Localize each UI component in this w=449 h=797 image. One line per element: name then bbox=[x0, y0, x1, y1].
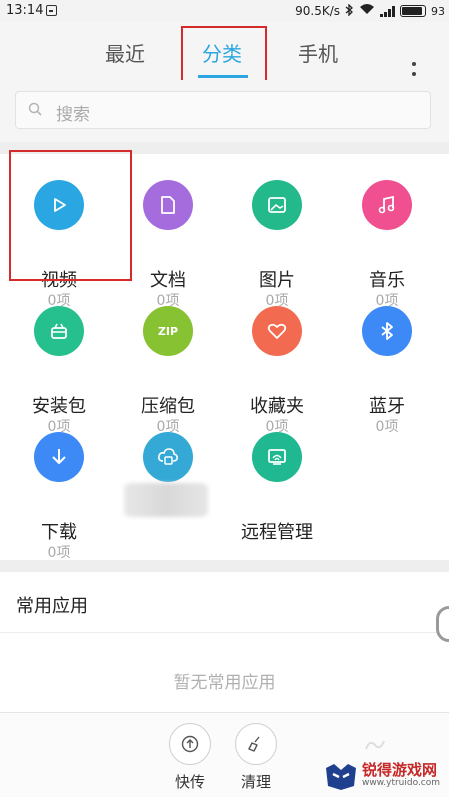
search-area: 搜索 bbox=[0, 80, 449, 142]
quick-send-button[interactable]: 快传 bbox=[160, 723, 220, 792]
obscured-category-label bbox=[124, 483, 208, 517]
category-label: 压缩包 bbox=[141, 396, 195, 417]
category-label: 音乐 bbox=[369, 270, 405, 291]
annotation-highlight-video bbox=[9, 150, 132, 281]
category-label: 收藏夹 bbox=[250, 396, 304, 417]
site-watermark: 锐得游戏网 www.ytruido.com bbox=[324, 754, 449, 796]
category-music[interactable]: 音乐 0项 bbox=[332, 180, 442, 309]
image-icon bbox=[252, 180, 302, 230]
signal-icon bbox=[380, 5, 395, 17]
category-label: 蓝牙 bbox=[369, 396, 405, 417]
category-download[interactable]: 下载 0项 bbox=[4, 432, 114, 561]
zip-icon: ZIP bbox=[143, 306, 193, 356]
category-label: 图片 bbox=[259, 270, 295, 291]
cloud-icon bbox=[143, 432, 193, 482]
remote-management-icon bbox=[252, 432, 302, 482]
section-divider bbox=[0, 560, 449, 572]
battery-icon bbox=[400, 5, 426, 17]
category-bluetooth[interactable]: 蓝牙 0项 bbox=[332, 306, 442, 435]
clean-label: 清理 bbox=[240, 773, 271, 791]
category-count: 0项 bbox=[47, 545, 71, 561]
faded-toolbar-icon bbox=[365, 740, 385, 750]
search-placeholder: 搜索 bbox=[56, 105, 90, 125]
common-apps-title: 常用应用 bbox=[16, 596, 88, 617]
music-note-icon bbox=[362, 180, 412, 230]
watermark-text: 锐得游戏网 www.ytruido.com bbox=[362, 762, 440, 789]
battery-level: 93 bbox=[431, 4, 445, 18]
package-icon bbox=[34, 306, 84, 356]
network-speed: 90.5K/s bbox=[295, 4, 340, 18]
search-icon bbox=[28, 102, 42, 116]
common-apps-empty: 暂无常用应用 bbox=[173, 673, 276, 693]
status-time: 13:14 bbox=[6, 3, 44, 18]
watermark-title: 锐得游戏网 bbox=[362, 760, 438, 779]
bluetooth-icon bbox=[362, 306, 412, 356]
watermark-logo-icon bbox=[324, 758, 358, 792]
zip-icon-text: ZIP bbox=[157, 324, 179, 338]
bluetooth-status-icon bbox=[345, 2, 354, 19]
status-bar: 13:14 90.5K/s 93 bbox=[0, 0, 449, 22]
category-count: 0项 bbox=[375, 419, 399, 435]
wifi-icon bbox=[359, 3, 375, 19]
quick-send-label: 快传 bbox=[174, 773, 205, 791]
screenshot-notification-icon bbox=[46, 5, 57, 16]
category-label: 远程管理 bbox=[241, 522, 313, 543]
search-input[interactable]: 搜索 bbox=[15, 91, 431, 129]
category-archive[interactable]: ZIP 压缩包 0项 bbox=[113, 306, 223, 435]
watermark-url: www.ytruido.com bbox=[362, 777, 441, 788]
category-label: 安装包 bbox=[32, 396, 86, 417]
heart-icon bbox=[252, 306, 302, 356]
category-favorites[interactable]: 收藏夹 0项 bbox=[222, 306, 332, 435]
tab-recent[interactable]: 最近 bbox=[105, 38, 145, 67]
tab-phone[interactable]: 手机 bbox=[298, 38, 338, 67]
download-icon bbox=[34, 432, 84, 482]
status-right-group: 90.5K/s 93 bbox=[295, 2, 445, 19]
category-remote-management[interactable]: 远程管理 bbox=[222, 432, 332, 552]
floating-side-handle[interactable] bbox=[436, 606, 449, 642]
category-label: 下载 bbox=[41, 522, 77, 543]
document-icon bbox=[143, 180, 193, 230]
common-apps-header: 常用应用 bbox=[0, 572, 449, 633]
category-install-package[interactable]: 安装包 0项 bbox=[4, 306, 114, 435]
category-image[interactable]: 图片 0项 bbox=[222, 180, 332, 309]
upload-icon bbox=[169, 723, 211, 765]
file-manager-screen: 13:14 90.5K/s 93 最近 分类 手机 搜索 视频 0项 文档 0项… bbox=[0, 0, 449, 797]
annotation-highlight-tab bbox=[181, 26, 267, 83]
broom-icon bbox=[235, 723, 277, 765]
clean-button[interactable]: 清理 bbox=[226, 723, 286, 792]
